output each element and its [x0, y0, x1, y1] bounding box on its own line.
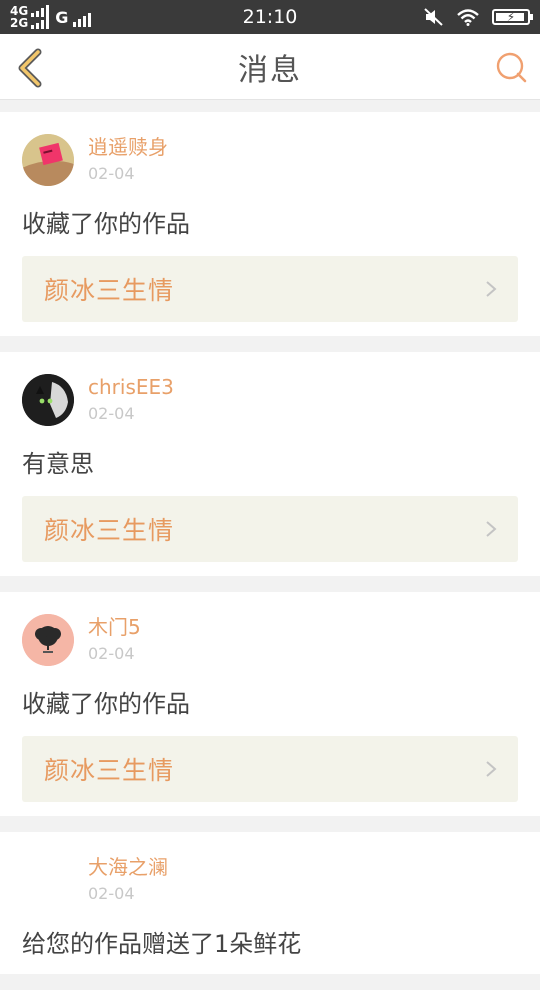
status-bar: 4G 2G G 21:10 ⚡: [0, 0, 540, 34]
search-button[interactable]: [494, 50, 528, 84]
work-title: 颜冰三生情: [44, 516, 175, 545]
work-title: 颜冰三生情: [44, 276, 175, 305]
message-card: 大海之澜 02-04 给您的作品赠送了1朵鲜花: [0, 832, 540, 974]
message-date: 02-04: [88, 884, 135, 903]
message-text: 有意思: [22, 450, 94, 478]
clock: 21:10: [242, 6, 298, 28]
message-card: 逍遥赎身 02-04 收藏了你的作品 颜冰三生情: [0, 112, 540, 336]
pink-note-avatar-icon: [22, 134, 74, 186]
battery-icon: ⚡: [492, 9, 533, 25]
chevron-right-icon: [486, 281, 497, 297]
work-title: 颜冰三生情: [44, 756, 175, 785]
work-link[interactable]: 颜冰三生情: [22, 736, 518, 802]
message-text: 收藏了你的作品: [22, 690, 190, 718]
work-link[interactable]: 颜冰三生情: [22, 256, 518, 322]
message-card: chrisEE3 02-04 有意思 颜冰三生情: [0, 352, 540, 576]
message-text: 收藏了你的作品: [22, 210, 190, 238]
message-date: 02-04: [88, 164, 135, 183]
message-list: 逍遥赎身 02-04 收藏了你的作品 颜冰三生情 chrisEE3 02-04 …: [0, 112, 540, 990]
tree-avatar-icon: [22, 614, 74, 666]
charging-icon: ⚡: [506, 10, 516, 24]
user-avatar[interactable]: [22, 614, 74, 666]
user-avatar[interactable]: [22, 854, 74, 906]
header-bar: 消息: [0, 34, 540, 100]
back-button[interactable]: [14, 48, 46, 88]
username[interactable]: 大海之澜: [88, 854, 168, 880]
username[interactable]: 逍遥赎身: [88, 134, 168, 160]
black-cat-avatar-icon: [22, 374, 74, 426]
message-date: 02-04: [88, 644, 135, 663]
username[interactable]: chrisEE3: [88, 374, 174, 400]
message-card: 木门5 02-04 收藏了你的作品 颜冰三生情: [0, 592, 540, 816]
message-date: 02-04: [88, 404, 135, 423]
message-text: 给您的作品赠送了1朵鲜花: [22, 930, 302, 958]
chevron-right-icon: [486, 761, 497, 777]
username[interactable]: 木门5: [88, 614, 141, 640]
user-avatar[interactable]: [22, 374, 74, 426]
chevron-right-icon: [486, 521, 497, 537]
work-link[interactable]: 颜冰三生情: [22, 496, 518, 562]
user-avatar[interactable]: [22, 134, 74, 186]
page-title: 消息: [238, 52, 302, 88]
